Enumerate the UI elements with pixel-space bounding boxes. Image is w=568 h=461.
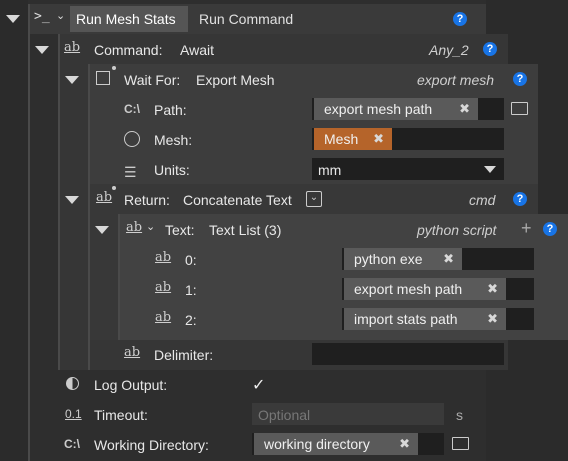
command-type: Any_2 — [429, 42, 469, 58]
collapse-arrow-icon[interactable] — [65, 76, 79, 84]
path-label: Path: — [154, 102, 187, 118]
header-title: Run Mesh Stats — [76, 11, 176, 27]
help-icon[interactable]: ? — [513, 72, 527, 86]
guide-line — [88, 64, 90, 370]
guide-line — [118, 214, 120, 340]
return-type: cmd — [469, 192, 496, 208]
text-type-icon: ab — [124, 345, 141, 360]
path-icon: C:\ — [64, 437, 80, 451]
item-chip-label: export mesh path — [354, 281, 463, 297]
guide-line — [58, 34, 60, 370]
timeout-unit: s — [456, 407, 463, 423]
units-value: mm — [318, 162, 342, 178]
wait-icon — [96, 71, 110, 85]
item-chip[interactable]: python exe ✖ — [344, 248, 462, 270]
folder-icon[interactable] — [511, 102, 528, 115]
help-icon[interactable]: ? — [453, 12, 467, 26]
working-dir-chip[interactable]: working directory ✖ — [254, 433, 418, 455]
contrast-icon — [66, 377, 79, 390]
dot-icon — [112, 186, 116, 190]
close-icon[interactable]: ✖ — [487, 308, 498, 330]
collapse-arrow-icon[interactable] — [6, 15, 20, 23]
chevron-down-icon[interactable]: ⌄ — [306, 191, 322, 207]
item-index: 0: — [185, 252, 197, 268]
return-value: Concatenate Text — [183, 192, 292, 208]
item-chip-label: python exe — [354, 251, 423, 267]
text-label: Text: — [165, 222, 195, 238]
help-icon[interactable]: ? — [513, 192, 527, 206]
units-label: Units: — [154, 162, 190, 178]
delimiter-label: Delimiter: — [154, 347, 214, 363]
collapse-arrow-icon[interactable] — [35, 46, 49, 54]
chevron-down-icon[interactable]: ⌄ — [56, 9, 65, 22]
close-icon[interactable]: ✖ — [443, 248, 454, 270]
text-type: python script — [417, 222, 497, 238]
dot-icon — [112, 66, 116, 70]
item-index: 2: — [185, 312, 197, 328]
globe-icon — [124, 131, 140, 147]
guide-line — [28, 4, 30, 461]
text-type-icon: ab — [96, 190, 113, 205]
add-item-icon[interactable]: + — [521, 218, 532, 239]
mesh-chip[interactable]: Mesh ✖ — [314, 128, 392, 150]
item-chip-label: import stats path — [354, 311, 458, 327]
folder-icon[interactable] — [452, 437, 469, 450]
text-type-icon: ab — [155, 280, 172, 295]
waitfor-label: Wait For: — [124, 72, 181, 88]
item-chip[interactable]: import stats path ✖ — [344, 308, 506, 330]
terminal-icon: >_ — [34, 9, 50, 24]
text-value: Text List (3) — [209, 222, 282, 238]
close-icon[interactable]: ✖ — [373, 128, 384, 150]
path-icon: C:\ — [124, 102, 140, 116]
path-chip-label: export mesh path — [324, 101, 433, 117]
log-output-checkbox[interactable]: ✓ — [252, 375, 265, 395]
mesh-chip-label: Mesh — [324, 131, 359, 147]
timeout-label: Timeout: — [94, 407, 148, 423]
waitfor-type: export mesh — [417, 72, 495, 88]
item-chip[interactable]: export mesh path ✖ — [344, 278, 506, 300]
number-icon: 0.1 — [65, 407, 82, 421]
log-output-label: Log Output: — [94, 377, 168, 393]
tab-run-command[interactable]: Run Command — [199, 11, 293, 27]
waitfor-value: Export Mesh — [196, 72, 275, 88]
collapse-arrow-icon[interactable] — [65, 196, 79, 204]
text-type-icon: ab — [64, 40, 81, 55]
collapse-arrow-icon[interactable] — [95, 226, 109, 234]
command-label: Command: — [94, 42, 163, 58]
timeout-placeholder: Optional — [258, 407, 311, 423]
close-icon[interactable]: ✖ — [399, 433, 410, 455]
list-icon: ☰ — [124, 164, 137, 180]
chevron-down-icon[interactable] — [484, 166, 496, 173]
help-icon[interactable]: ? — [483, 42, 497, 56]
command-value: Await — [180, 42, 214, 58]
close-icon[interactable]: ✖ — [487, 278, 498, 300]
mesh-label: Mesh: — [154, 132, 193, 148]
working-dir-chip-label: working directory — [264, 436, 370, 452]
text-type-icon: ab — [155, 310, 172, 325]
text-list-icon: ab — [126, 220, 143, 235]
chevron-down-icon[interactable]: ⌄ — [146, 220, 155, 233]
delimiter-field[interactable] — [312, 343, 504, 365]
path-chip[interactable]: export mesh path ✖ — [314, 98, 478, 120]
close-icon[interactable]: ✖ — [459, 98, 470, 120]
item-index: 1: — [185, 282, 197, 298]
help-icon[interactable]: ? — [543, 222, 557, 236]
working-dir-label: Working Directory: — [94, 437, 209, 453]
text-type-icon: ab — [155, 250, 172, 265]
return-label: Return: — [124, 192, 170, 208]
